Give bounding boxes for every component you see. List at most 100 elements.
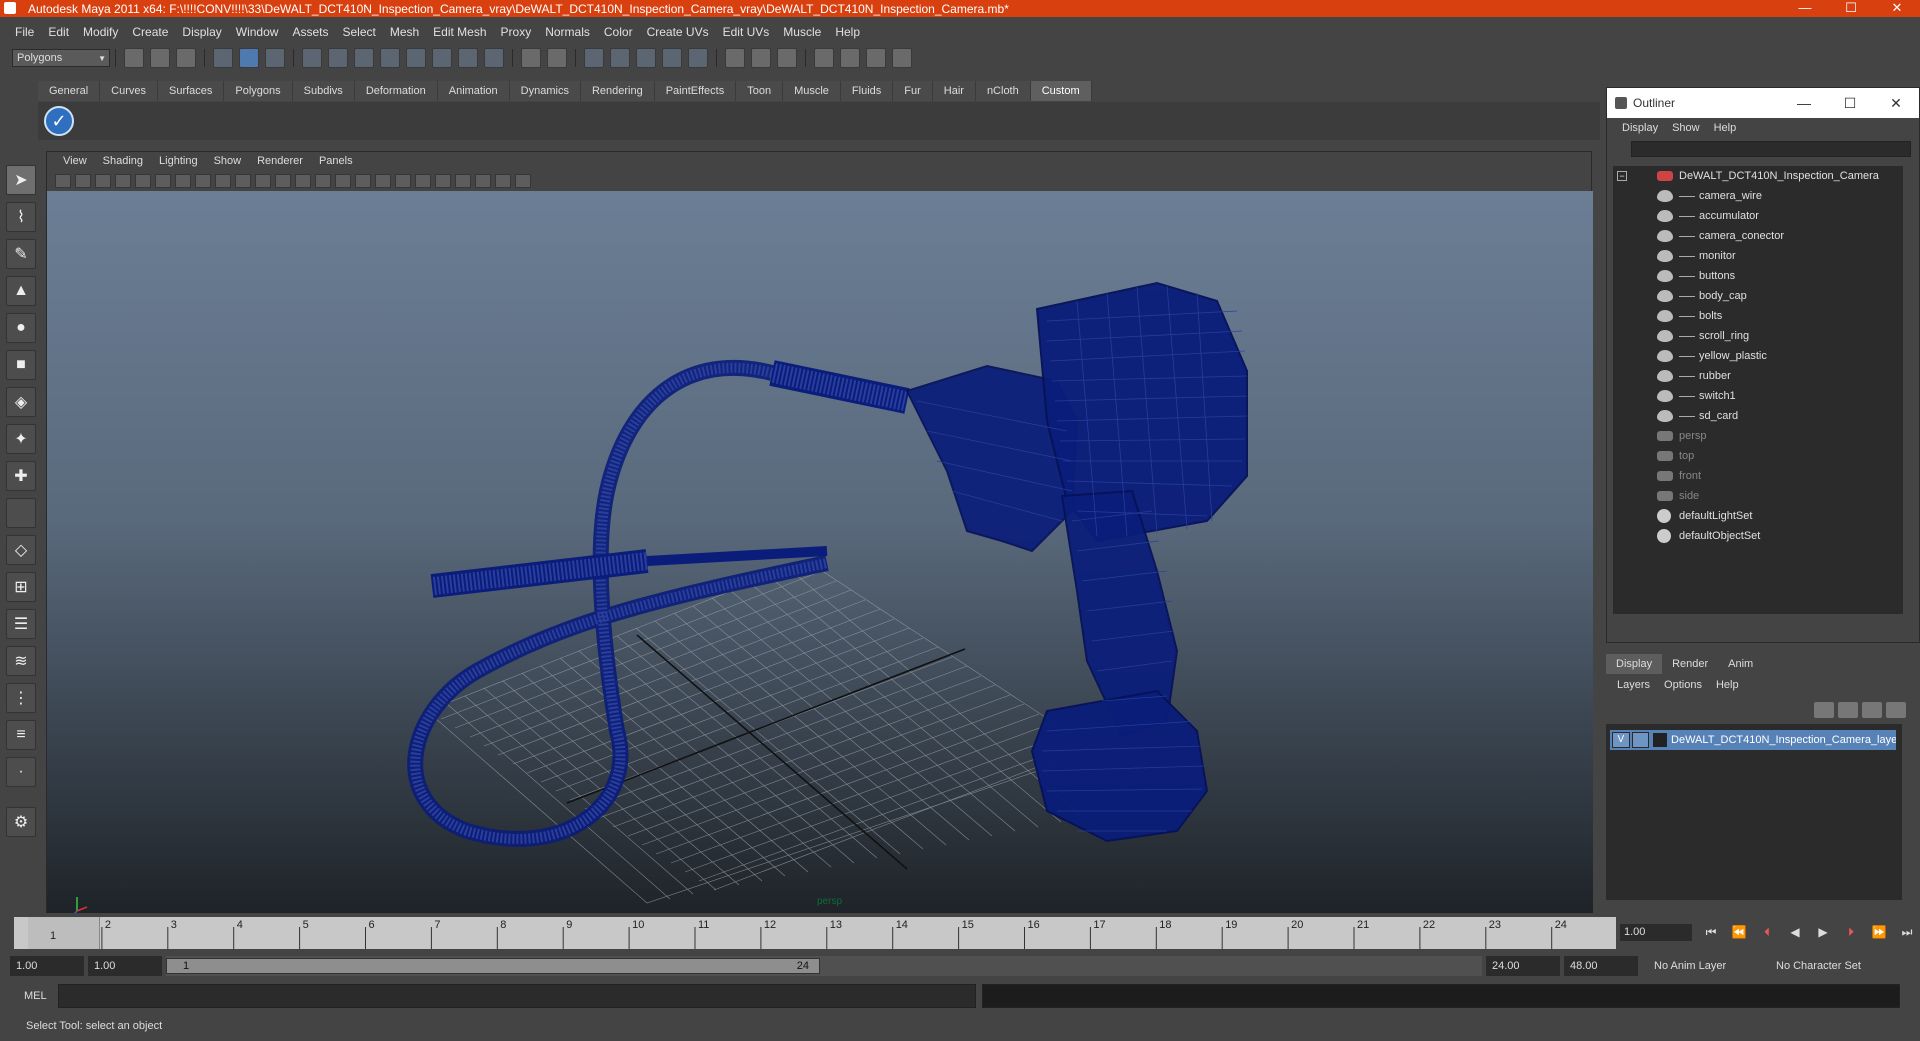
outliner-menu-show[interactable]: Show: [1665, 122, 1707, 134]
grid-toggle-icon[interactable]: [175, 173, 191, 188]
hypershade-layout-icon[interactable]: ⋮: [6, 683, 36, 713]
help-icon[interactable]: [484, 48, 504, 68]
go-to-start-icon[interactable]: ⏮: [1700, 924, 1722, 941]
smooth-shade-icon[interactable]: [335, 173, 351, 188]
outliner-item[interactable]: rubber: [1613, 366, 1903, 386]
tool-settings-icon[interactable]: [777, 48, 797, 68]
wireframe-on-shaded-icon[interactable]: [355, 173, 371, 188]
lock-icon[interactable]: [521, 48, 541, 68]
menu-help[interactable]: Help: [828, 25, 867, 39]
outliner-item[interactable]: body_cap: [1613, 286, 1903, 306]
outliner-set-item[interactable]: defaultLightSet: [1613, 506, 1903, 526]
outliner-item[interactable]: bolts: [1613, 306, 1903, 326]
select-tool-icon[interactable]: ➤: [6, 165, 36, 195]
menu-select[interactable]: Select: [335, 25, 382, 39]
shelf-tab-rendering[interactable]: Rendering: [580, 81, 655, 101]
mel-label[interactable]: MEL: [24, 990, 47, 1002]
outliner-layout-icon[interactable]: ☰: [6, 609, 36, 639]
playback-end-field[interactable]: 24.00: [1486, 956, 1560, 976]
menu-normals[interactable]: Normals: [538, 25, 597, 39]
outliner-set-item[interactable]: defaultObjectSet: [1613, 526, 1903, 546]
maximize-button[interactable]: ☐: [1828, 0, 1874, 17]
layer-menu-options[interactable]: Options: [1657, 679, 1709, 691]
menu-set-select[interactable]: Polygons: [12, 49, 110, 67]
outliner-camera-item[interactable]: front: [1613, 466, 1903, 486]
play-backwards-icon[interactable]: ◀: [1784, 924, 1806, 941]
outliner-menu-help[interactable]: Help: [1707, 122, 1744, 134]
camera-select-icon[interactable]: [55, 173, 71, 188]
outliner-close-button[interactable]: ✕: [1873, 88, 1919, 118]
gate-mask-icon[interactable]: [235, 173, 251, 188]
shelf-tab-hair[interactable]: Hair: [932, 81, 976, 101]
current-time-field[interactable]: 1.00: [1620, 924, 1692, 941]
shelf-tab-polygons[interactable]: Polygons: [224, 81, 293, 101]
history-icon[interactable]: [458, 48, 478, 68]
layer-playback-toggle[interactable]: [1631, 732, 1650, 748]
shelf-options-handle[interactable]: [8, 76, 32, 142]
minimize-button[interactable]: —: [1782, 0, 1828, 17]
xray-joints-icon[interactable]: [495, 173, 511, 188]
outliner-item[interactable]: sd_card: [1613, 406, 1903, 426]
four-view-layout-icon[interactable]: ⊞: [6, 572, 36, 602]
paint-select-tool-icon[interactable]: ✎: [6, 239, 36, 269]
field-chart-icon[interactable]: [255, 173, 271, 188]
collapse-toggle-icon[interactable]: −: [1617, 171, 1627, 181]
grease-pencil-icon[interactable]: [155, 173, 171, 188]
snap-plane-icon[interactable]: [380, 48, 400, 68]
outliner-item[interactable]: scroll_ring: [1613, 326, 1903, 346]
two-d-pan-icon[interactable]: [135, 173, 151, 188]
step-back-frame-icon[interactable]: ⏴: [1756, 924, 1778, 941]
shelf-tab-fluids[interactable]: Fluids: [840, 81, 894, 101]
soft-mod-tool-icon[interactable]: ✦: [6, 424, 36, 454]
outliner-filter-input[interactable]: [1631, 141, 1911, 157]
menu-modify[interactable]: Modify: [76, 25, 125, 39]
tab-render[interactable]: Render: [1662, 654, 1718, 674]
menu-window[interactable]: Window: [229, 25, 286, 39]
new-layer-from-selected-icon[interactable]: [1886, 702, 1906, 718]
save-scene-icon[interactable]: [176, 48, 196, 68]
shelf-tab-dynamics[interactable]: Dynamics: [509, 81, 581, 101]
lasso-tool-icon[interactable]: ⌇: [6, 202, 36, 232]
ipr-render-icon[interactable]: [610, 48, 630, 68]
viewport-menu-panels[interactable]: Panels: [311, 155, 361, 167]
outliner-camera-item[interactable]: side: [1613, 486, 1903, 506]
shelf-tab-fur[interactable]: Fur: [893, 81, 933, 101]
outliner-item[interactable]: camera_wire: [1613, 186, 1903, 206]
outliner-item[interactable]: camera_conector: [1613, 226, 1903, 246]
current-frame-marker[interactable]: 1: [28, 917, 100, 949]
shadows-icon[interactable]: [435, 173, 451, 188]
menu-mesh[interactable]: Mesh: [383, 25, 426, 39]
new-empty-layer-icon[interactable]: [1862, 702, 1882, 718]
step-back-key-icon[interactable]: ⏪: [1728, 924, 1750, 941]
last-tool-icon[interactable]: [6, 498, 36, 528]
shelf-tab-muscle[interactable]: Muscle: [783, 81, 841, 101]
mel-input[interactable]: [58, 984, 976, 1008]
render-settings-icon[interactable]: [636, 48, 656, 68]
viewport-menu-shading[interactable]: Shading: [95, 155, 151, 167]
shelf-tab-painteffects[interactable]: PaintEffects: [654, 81, 737, 101]
start-time-field[interactable]: 1.00: [10, 956, 84, 976]
bookmark-icon[interactable]: [95, 173, 111, 188]
move-tool-icon[interactable]: ▲: [6, 276, 36, 306]
resolution-gate-icon[interactable]: [215, 173, 231, 188]
safe-action-icon[interactable]: [275, 173, 291, 188]
shelf-tab-curves[interactable]: Curves: [100, 81, 158, 101]
outliner-menu-display[interactable]: Display: [1615, 122, 1665, 134]
select-object-icon[interactable]: [239, 48, 259, 68]
outliner-item-root[interactable]: − DeWALT_DCT410N_Inspection_Camera: [1613, 166, 1903, 186]
viewport-menu-view[interactable]: View: [55, 155, 95, 167]
menu-edit[interactable]: Edit: [41, 25, 76, 39]
attribute-editor-icon[interactable]: [751, 48, 771, 68]
layer-color-swatch[interactable]: [1653, 733, 1668, 747]
viewport-canvas[interactable]: persp: [47, 191, 1593, 913]
menu-assets[interactable]: Assets: [285, 25, 335, 39]
render-frame-icon[interactable]: [584, 48, 604, 68]
manipulator-tool-icon[interactable]: ◈: [6, 387, 36, 417]
image-plane-icon[interactable]: [115, 173, 131, 188]
menu-display[interactable]: Display: [175, 25, 228, 39]
outliner-item[interactable]: accumulator: [1613, 206, 1903, 226]
outliner-item[interactable]: buttons: [1613, 266, 1903, 286]
wireframe-icon[interactable]: [315, 173, 331, 188]
move-layer-up-icon[interactable]: [1814, 702, 1834, 718]
xray-icon[interactable]: [475, 173, 491, 188]
